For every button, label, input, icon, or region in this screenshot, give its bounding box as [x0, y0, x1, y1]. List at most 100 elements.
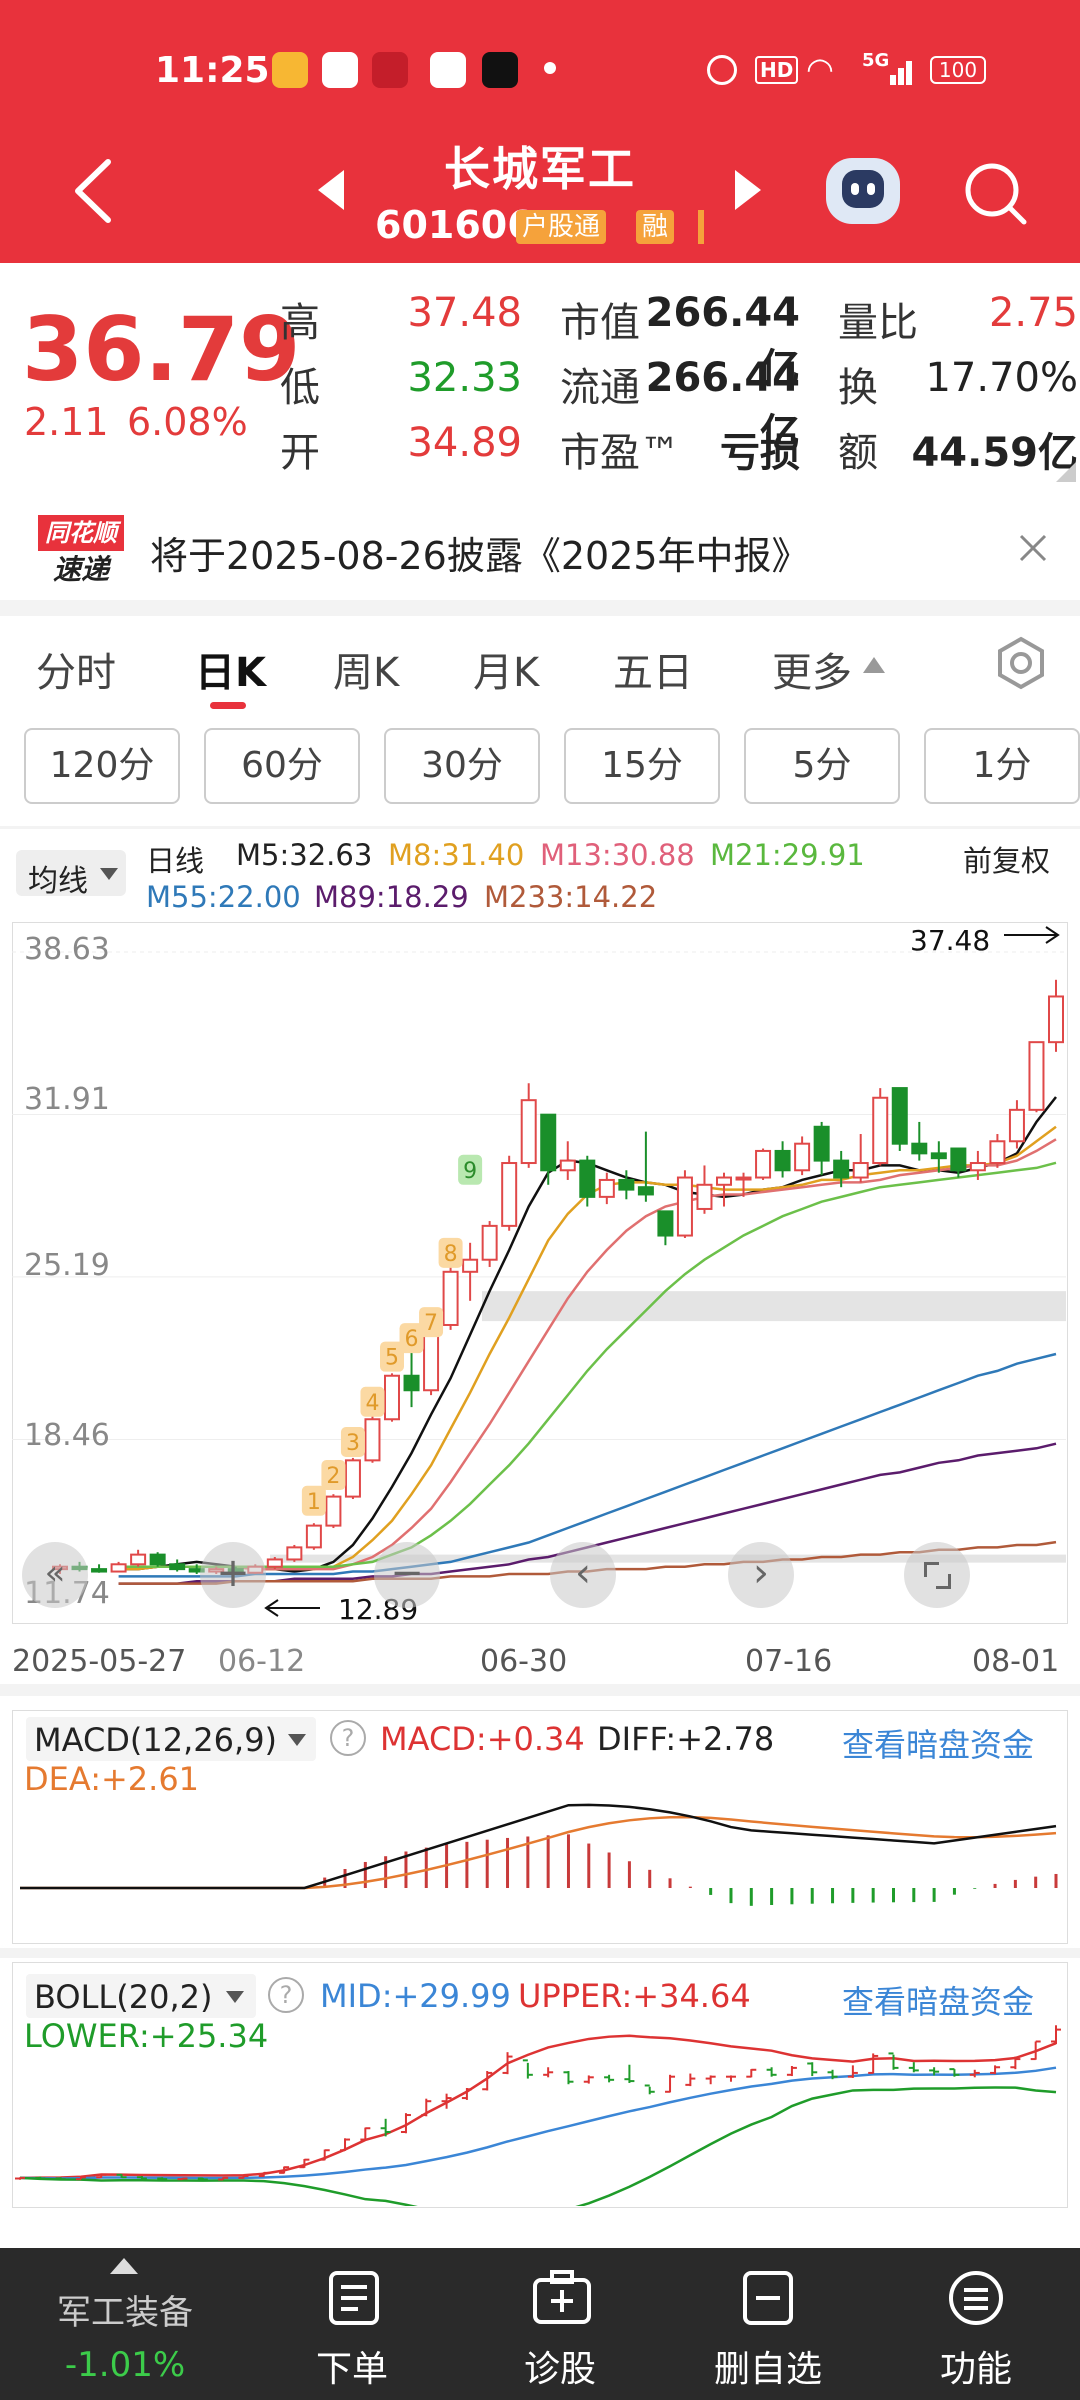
- arrow-right-icon: [1004, 926, 1060, 944]
- candle: [891, 1087, 908, 1145]
- divider: [0, 826, 1080, 829]
- ma-selector[interactable]: 均线: [16, 850, 126, 899]
- boll-mid-line: [19, 2066, 1057, 2180]
- period-1min[interactable]: 1分: [924, 728, 1080, 804]
- macd-selector[interactable]: MACD(12,26,9): [26, 1717, 316, 1761]
- candle: [481, 1224, 498, 1261]
- dea-line: [20, 1815, 1057, 1890]
- signal-number: 2: [326, 1464, 340, 1489]
- signal-number: 7: [424, 1311, 438, 1336]
- nav-functions[interactable]: 功能: [876, 2270, 1076, 2390]
- scroll-right-icon[interactable]: ›: [728, 1542, 794, 1608]
- candle: [637, 1186, 654, 1196]
- dark-pool-link[interactable]: 查看暗盘资金: [842, 1720, 1034, 1766]
- candle: [344, 1459, 361, 1498]
- caret-up-icon[interactable]: [862, 655, 886, 675]
- signal-number: 4: [365, 1391, 379, 1416]
- expand-corner-icon[interactable]: [1056, 462, 1076, 482]
- candle: [286, 1546, 303, 1561]
- app-notification-icon: [272, 52, 308, 88]
- tab-monthly-k[interactable]: 月K: [473, 640, 539, 698]
- signal-5g-icon: 5G: [862, 50, 890, 71]
- badge-overflow: [698, 210, 704, 244]
- stock-name: 长城军工: [444, 142, 636, 196]
- fullscreen-icon[interactable]: [904, 1542, 970, 1608]
- news-banner[interactable]: 同花顺 速递 将于2025-08-26披露《2025年中报》: [0, 495, 1080, 600]
- status-time: 11:25: [155, 50, 270, 91]
- x-axis-label: 06-12: [218, 1644, 306, 1679]
- open-label: 开: [280, 430, 320, 476]
- x-axis-label: 07-16: [745, 1644, 833, 1679]
- candle: [794, 1142, 811, 1172]
- zoom-in-icon[interactable]: +: [200, 1542, 266, 1608]
- ma8-value: M8:31.40: [388, 838, 525, 872]
- nav-diagnose[interactable]: 诊股: [460, 2270, 660, 2390]
- hd-icon: HD: [755, 56, 799, 84]
- tab-daily-k[interactable]: 日K: [195, 640, 266, 698]
- sector-name[interactable]: 军工装备: [30, 2285, 220, 2334]
- active-tab-indicator: [210, 702, 246, 709]
- candle: [501, 1162, 518, 1227]
- tab-intraday[interactable]: 分时: [36, 640, 116, 698]
- close-icon[interactable]: [1018, 533, 1048, 563]
- period-60min[interactable]: 60分: [204, 728, 360, 804]
- macd-value: MACD:+0.34: [380, 1720, 585, 1758]
- amount-label: 额: [838, 430, 878, 476]
- medical-kit-icon: [533, 2270, 591, 2324]
- help-icon[interactable]: ?: [330, 1720, 366, 1756]
- x-axis-label: 2025-05-27: [12, 1644, 187, 1679]
- high-marker-value: 37.48: [910, 924, 991, 957]
- tab-weekly-k[interactable]: 周K: [333, 640, 399, 698]
- candle: [696, 1183, 713, 1210]
- kline-chart[interactable]: 1234567 8 9: [12, 922, 1066, 1622]
- document-icon: [329, 2271, 379, 2325]
- candle: [1048, 995, 1064, 1044]
- candle: [852, 1162, 869, 1179]
- ma233-value: M233:14.22: [484, 880, 658, 914]
- rewind-icon[interactable]: «: [22, 1542, 88, 1608]
- robot-assistant-icon[interactable]: [826, 158, 900, 224]
- period-120min[interactable]: 120分: [24, 728, 180, 804]
- boll-chart: [15, 2025, 1061, 2206]
- nav-remove-watchlist[interactable]: 删自选: [668, 2270, 868, 2390]
- prev-stock-icon[interactable]: [318, 170, 344, 210]
- battery-icon: 100: [930, 56, 986, 84]
- candle: [579, 1159, 596, 1198]
- ma13-value: M13:30.88: [540, 838, 695, 872]
- tab-more[interactable]: 更多: [772, 640, 852, 698]
- scroll-left-icon[interactable]: ‹: [550, 1542, 616, 1608]
- candle: [403, 1374, 420, 1392]
- market-cap-label: 市值: [560, 300, 640, 346]
- candle: [911, 1142, 928, 1155]
- period-30min[interactable]: 30分: [384, 728, 540, 804]
- x-axis-label: 06-30: [480, 1644, 568, 1679]
- zoom-out-icon[interactable]: −: [374, 1542, 440, 1608]
- caret-up-icon[interactable]: [110, 2258, 138, 2274]
- y-axis-label: 18.46: [24, 1418, 110, 1453]
- signal-number: 3: [346, 1431, 360, 1456]
- nav-order[interactable]: 下单: [252, 2270, 452, 2390]
- adjust-mode[interactable]: 前复权: [963, 838, 1050, 880]
- turnover-value: 17.70%: [925, 355, 1078, 401]
- open-value: 34.89: [407, 420, 522, 466]
- search-icon[interactable]: [962, 160, 1028, 226]
- period-5min[interactable]: 5分: [744, 728, 900, 804]
- ma21-value: M21:29.91: [710, 838, 865, 872]
- section-divider: [0, 600, 1080, 616]
- signal-number: 1: [307, 1490, 321, 1515]
- y-axis-label: 25.19: [24, 1248, 110, 1283]
- candle: [442, 1270, 459, 1326]
- ma89-value: M89:18.29: [314, 880, 469, 914]
- period-15min[interactable]: 15分: [564, 728, 720, 804]
- current-price: 36.79: [22, 298, 301, 401]
- tab-five-day[interactable]: 五日: [613, 640, 693, 698]
- app-notification-icon: [322, 52, 358, 88]
- amount-value: 44.59亿: [911, 430, 1078, 476]
- boll-upper-line: [19, 2034, 1057, 2180]
- next-stock-icon[interactable]: [735, 170, 761, 210]
- hk-connect-badge: 户股通: [516, 210, 607, 244]
- settings-icon[interactable]: [994, 636, 1048, 690]
- signal-number: 9: [463, 1159, 477, 1184]
- signal-number: 5: [385, 1346, 399, 1371]
- y-axis-label: 38.63: [24, 932, 110, 967]
